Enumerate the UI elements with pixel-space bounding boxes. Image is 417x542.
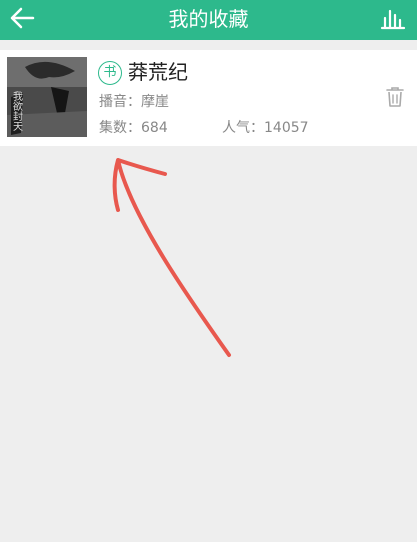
trash-icon bbox=[385, 87, 405, 112]
delete-button[interactable] bbox=[385, 86, 405, 108]
popularity-count: 人气：14057 bbox=[222, 120, 309, 136]
episode-count: 集数：684 bbox=[99, 120, 168, 136]
narrator-label: 播音：摩崖 bbox=[99, 94, 169, 110]
book-title[interactable]: 莽荒纪 bbox=[128, 59, 188, 85]
bar-chart-icon bbox=[380, 6, 406, 34]
stats-button[interactable] bbox=[377, 4, 409, 36]
top-bar: 我的收藏 bbox=[0, 0, 417, 40]
book-cover-image[interactable]: 我欲封天 bbox=[7, 57, 87, 137]
page-title: 我的收藏 bbox=[168, 7, 249, 31]
favorite-item[interactable]: 我欲封天 书 莽荒纪 播音：摩崖 集数：684 人气：14057 bbox=[0, 50, 417, 146]
book-type-badge: 书 bbox=[98, 61, 122, 85]
book-cover-text: 我欲封天 bbox=[13, 92, 23, 133]
